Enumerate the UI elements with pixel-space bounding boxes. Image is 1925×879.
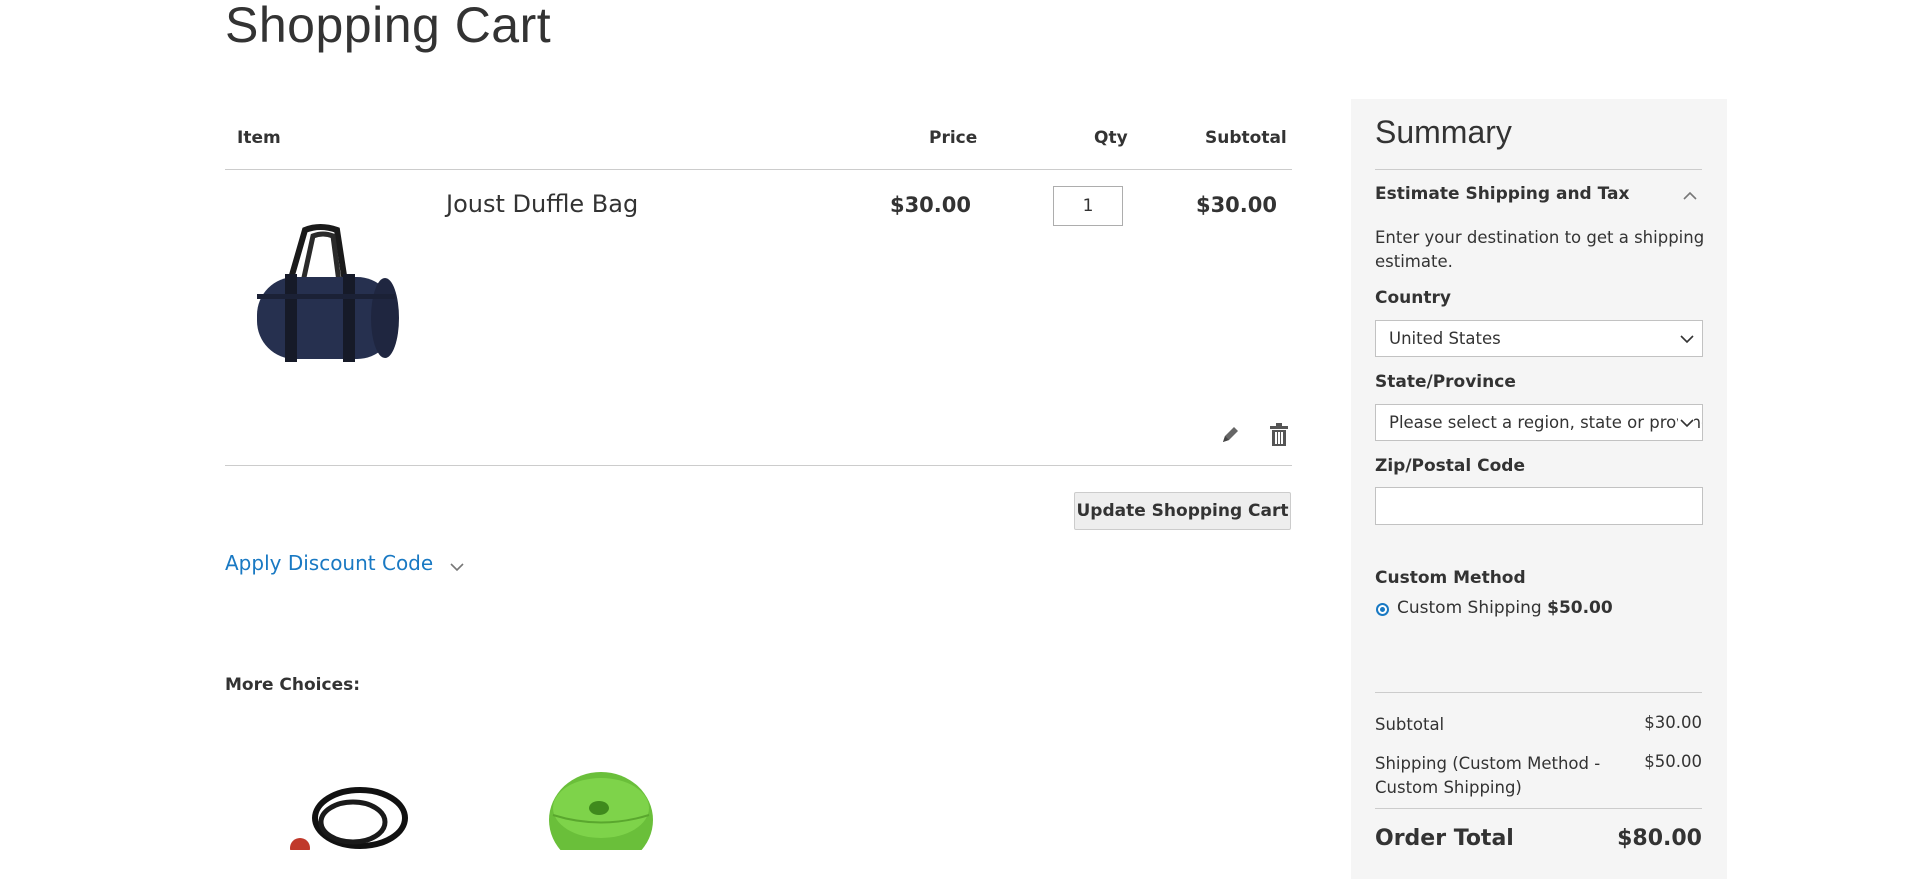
trash-icon[interactable] [1268,423,1290,447]
product-image-duffle-bag[interactable] [245,222,405,368]
state-value: Please select a region, state or provinc… [1389,413,1703,432]
estimate-shipping-heading[interactable]: Estimate Shipping and Tax [1375,184,1629,204]
subtotal-label: Subtotal [1375,715,1445,734]
estimate-shipping-toggle[interactable]: Estimate Shipping and Tax [1375,184,1629,204]
page-title: Shopping Cart [225,0,552,53]
item-price: $30.00 [889,193,971,217]
shipping-label: Shipping (Custom Method - Custom Shippin… [1375,754,1601,797]
column-header-qty: Qty [1094,128,1128,148]
custom-shipping-option[interactable]: Custom Shipping $50.00 [1397,598,1613,618]
state-label: State/Province [1375,372,1516,392]
chevron-down-icon [449,553,464,577]
order-total-divider [1375,808,1702,809]
zip-input[interactable] [1375,487,1703,525]
country-select[interactable]: United States [1375,320,1703,357]
order-total-value: $80.00 [1617,826,1702,851]
product-image-yoga-strap[interactable] [545,770,660,850]
column-header-item: Item [237,128,281,148]
cart-row-divider [225,465,1292,466]
column-header-price: Price [929,128,978,148]
custom-shipping-label: Custom Shipping [1397,598,1542,618]
summary-divider [1375,169,1702,170]
shipping-method-title: Custom Method [1375,568,1526,588]
chevron-down-icon [1678,405,1694,440]
apply-discount-link[interactable]: Apply Discount Code [225,551,464,577]
order-total-label: Order Total [1375,826,1514,851]
totals-divider [1375,692,1702,693]
product-name-link[interactable]: Joust Duffle Bag [446,190,638,218]
column-header-subtotal: Subtotal [1205,128,1287,148]
state-select[interactable]: Please select a region, state or provinc… [1375,404,1703,441]
apply-discount-label[interactable]: Apply Discount Code [225,551,433,575]
qty-input[interactable]: 1 [1053,186,1123,226]
item-subtotal: $30.00 [1195,193,1277,217]
custom-shipping-price: $50.00 [1547,598,1613,618]
product-image-resistance-band[interactable] [285,770,425,850]
country-value: United States [1389,329,1501,348]
table-header-divider [225,169,1292,170]
custom-shipping-radio[interactable] [1376,603,1389,616]
summary-title: Summary [1375,114,1512,150]
country-label: Country [1375,288,1451,308]
pencil-icon[interactable] [1219,424,1241,446]
estimate-hint: Enter your destination to get a shipping… [1375,228,1705,271]
shipping-value: $50.00 [1644,752,1702,771]
subtotal-value: $30.00 [1644,713,1702,732]
zip-label: Zip/Postal Code [1375,456,1525,476]
chevron-down-icon [1680,321,1694,356]
chevron-up-icon[interactable] [1683,186,1697,205]
update-cart-button[interactable]: Update Shopping Cart [1074,492,1291,530]
more-choices-heading: More Choices: [225,675,361,695]
